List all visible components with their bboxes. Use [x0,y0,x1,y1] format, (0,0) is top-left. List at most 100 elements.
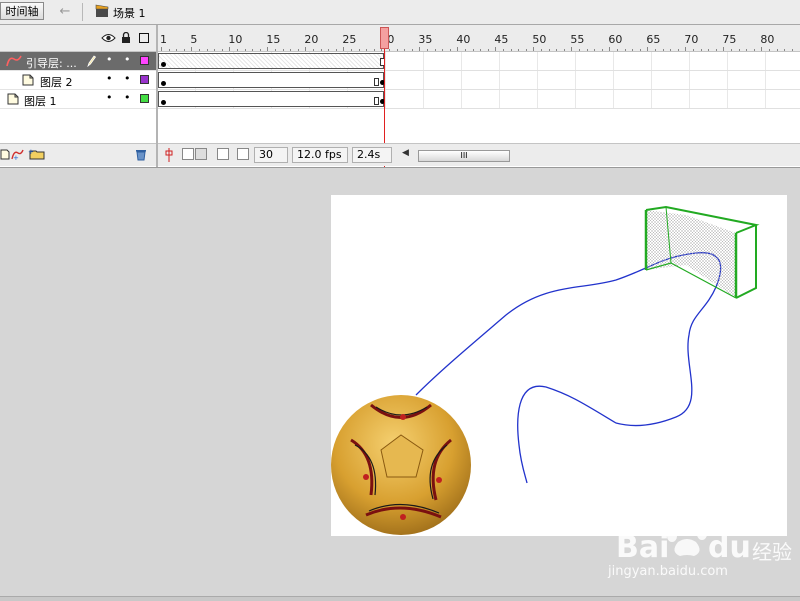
lock-dot[interactable]: • [124,72,131,85]
ruler-tick [510,49,512,51]
ruler-label: 45 [494,33,509,46]
timeline-tab[interactable]: 时间轴 [0,2,44,20]
ruler-tick [389,49,390,51]
ruler-tick [647,47,649,51]
keyframe-marker[interactable] [161,81,166,86]
toolbar-divider [82,3,83,21]
ruler-tick [662,49,664,51]
lock-dot[interactable]: • [124,53,131,66]
ruler-label: 60 [608,33,623,46]
ruler-tick [571,47,573,51]
frame-ruler[interactable]: 15101520253035404550556065707580 [158,25,800,52]
ruler-tick [731,49,732,51]
edit-multiple-frames-icon[interactable] [217,148,229,160]
ruler-tick [685,47,687,51]
ruler-tick [563,49,565,51]
frame-rate-field[interactable]: 12.0 fps [292,147,348,163]
scene-clapper-icon [95,4,109,17]
visibility-dot[interactable]: • [106,91,113,104]
ruler-tick [191,47,193,51]
ruler-tick [586,49,588,51]
end-frame-marker[interactable] [374,78,379,86]
ruler-tick [480,49,482,51]
end-frame-marker[interactable] [374,97,379,105]
ruler-tick [594,49,596,51]
timeline-panel: 引导层: ... • • 图层 2 • • 图层 1 • • + + 1 5 1… [0,25,800,168]
ruler-tick [525,49,527,51]
outline-icon[interactable] [139,33,149,43]
ruler-tick [632,49,634,51]
ruler-tick [396,49,398,51]
svg-text:+: + [13,154,19,161]
lock-icon[interactable] [121,32,131,44]
ruler-tick [746,49,748,51]
current-frame-field[interactable]: 30 [254,147,288,163]
goal-net[interactable] [644,205,760,299]
center-frame-icon[interactable] [164,148,174,162]
ruler-tick [161,47,162,51]
tween-span[interactable] [158,91,384,107]
ruler-label: 50 [532,33,547,46]
onion-skin-icon[interactable] [182,148,194,160]
layer-row-2[interactable]: 图层 2 • • [0,71,156,90]
ruler-tick [617,49,618,51]
scene-label[interactable]: 场景 1 [113,5,146,21]
ruler-label: 20 [304,33,319,46]
horizontal-scrollbar[interactable]: III [418,150,510,162]
top-toolbar: 时间轴 ← 场景 1 [0,0,800,25]
back-arrow-icon[interactable]: ← [56,3,74,21]
ruler-tick [548,49,550,51]
visibility-dot[interactable]: • [106,72,113,85]
eye-icon[interactable] [101,33,116,43]
layer-row-1[interactable]: 图层 1 • • [0,90,156,109]
ruler-tick [275,49,276,51]
elapsed-time-field[interactable]: 2.4s [352,147,392,163]
ruler-tick [419,47,421,51]
stage-canvas[interactable] [331,195,787,536]
ruler-tick [290,49,292,51]
layer-name: 引导层: ... [26,57,77,70]
ruler-label: 35 [418,33,433,46]
layer-row-guide[interactable]: 引导层: ... • • [0,52,156,71]
visibility-dot[interactable]: • [106,53,113,66]
ruler-tick [639,49,641,51]
ruler-tick [601,49,603,51]
layer-list: 引导层: ... • • 图层 2 • • 图层 1 • • [0,52,156,139]
layer-color-swatch[interactable] [140,56,149,65]
onion-skin-outline-icon[interactable] [195,148,207,160]
frame-row-guide[interactable] [158,52,800,71]
ruler-tick [214,49,216,51]
ruler-tick [487,49,489,51]
frame-grid[interactable] [158,52,800,139]
stage-area[interactable]: Bai du 经验 jingyan.baidu.com [0,168,800,596]
ruler-tick [776,49,778,51]
ruler-tick [358,49,360,51]
tween-span[interactable] [158,72,384,88]
layer-color-swatch[interactable] [140,75,149,84]
frame-row-2[interactable] [158,71,800,90]
keyframe-marker[interactable] [161,62,166,67]
trash-icon[interactable] [135,148,147,161]
ruler-tick [655,49,656,51]
keyframe-marker[interactable] [161,100,166,105]
ruler-tick [769,49,770,51]
insert-layer-icons[interactable]: + + [0,147,46,161]
ruler-tick [229,47,231,51]
playhead[interactable] [380,27,389,49]
frame-row-1[interactable] [158,90,800,109]
ruler-tick [176,49,178,51]
layer-color-swatch[interactable] [140,94,149,103]
watermark-brand-du: du [708,530,751,565]
soccer-ball[interactable] [331,395,471,535]
lock-dot[interactable]: • [124,91,131,104]
tween-span[interactable] [158,53,384,69]
layer-header [0,25,156,52]
scroll-left-icon[interactable]: ◀ [402,148,409,158]
ruler-tick [457,47,459,51]
layer-name: 图层 2 [40,76,73,89]
ruler-tick [335,49,337,51]
ruler-tick [465,49,466,51]
modify-markers-icon[interactable] [237,148,249,160]
ruler-label: 1 [160,33,167,46]
ruler-label: 15 [266,33,281,46]
